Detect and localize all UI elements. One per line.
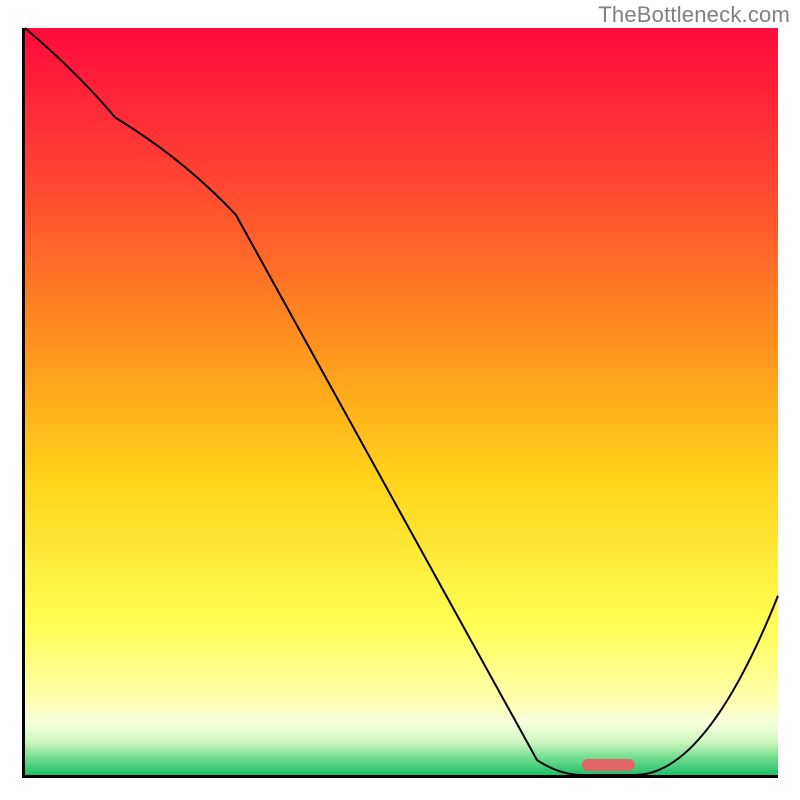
curve-svg	[25, 28, 778, 775]
bottleneck-curve-path	[25, 28, 778, 775]
chart-container: TheBottleneck.com	[0, 0, 800, 800]
plot-area	[22, 28, 778, 778]
watermark-label: TheBottleneck.com	[598, 2, 790, 28]
optimal-range-marker	[582, 759, 635, 771]
